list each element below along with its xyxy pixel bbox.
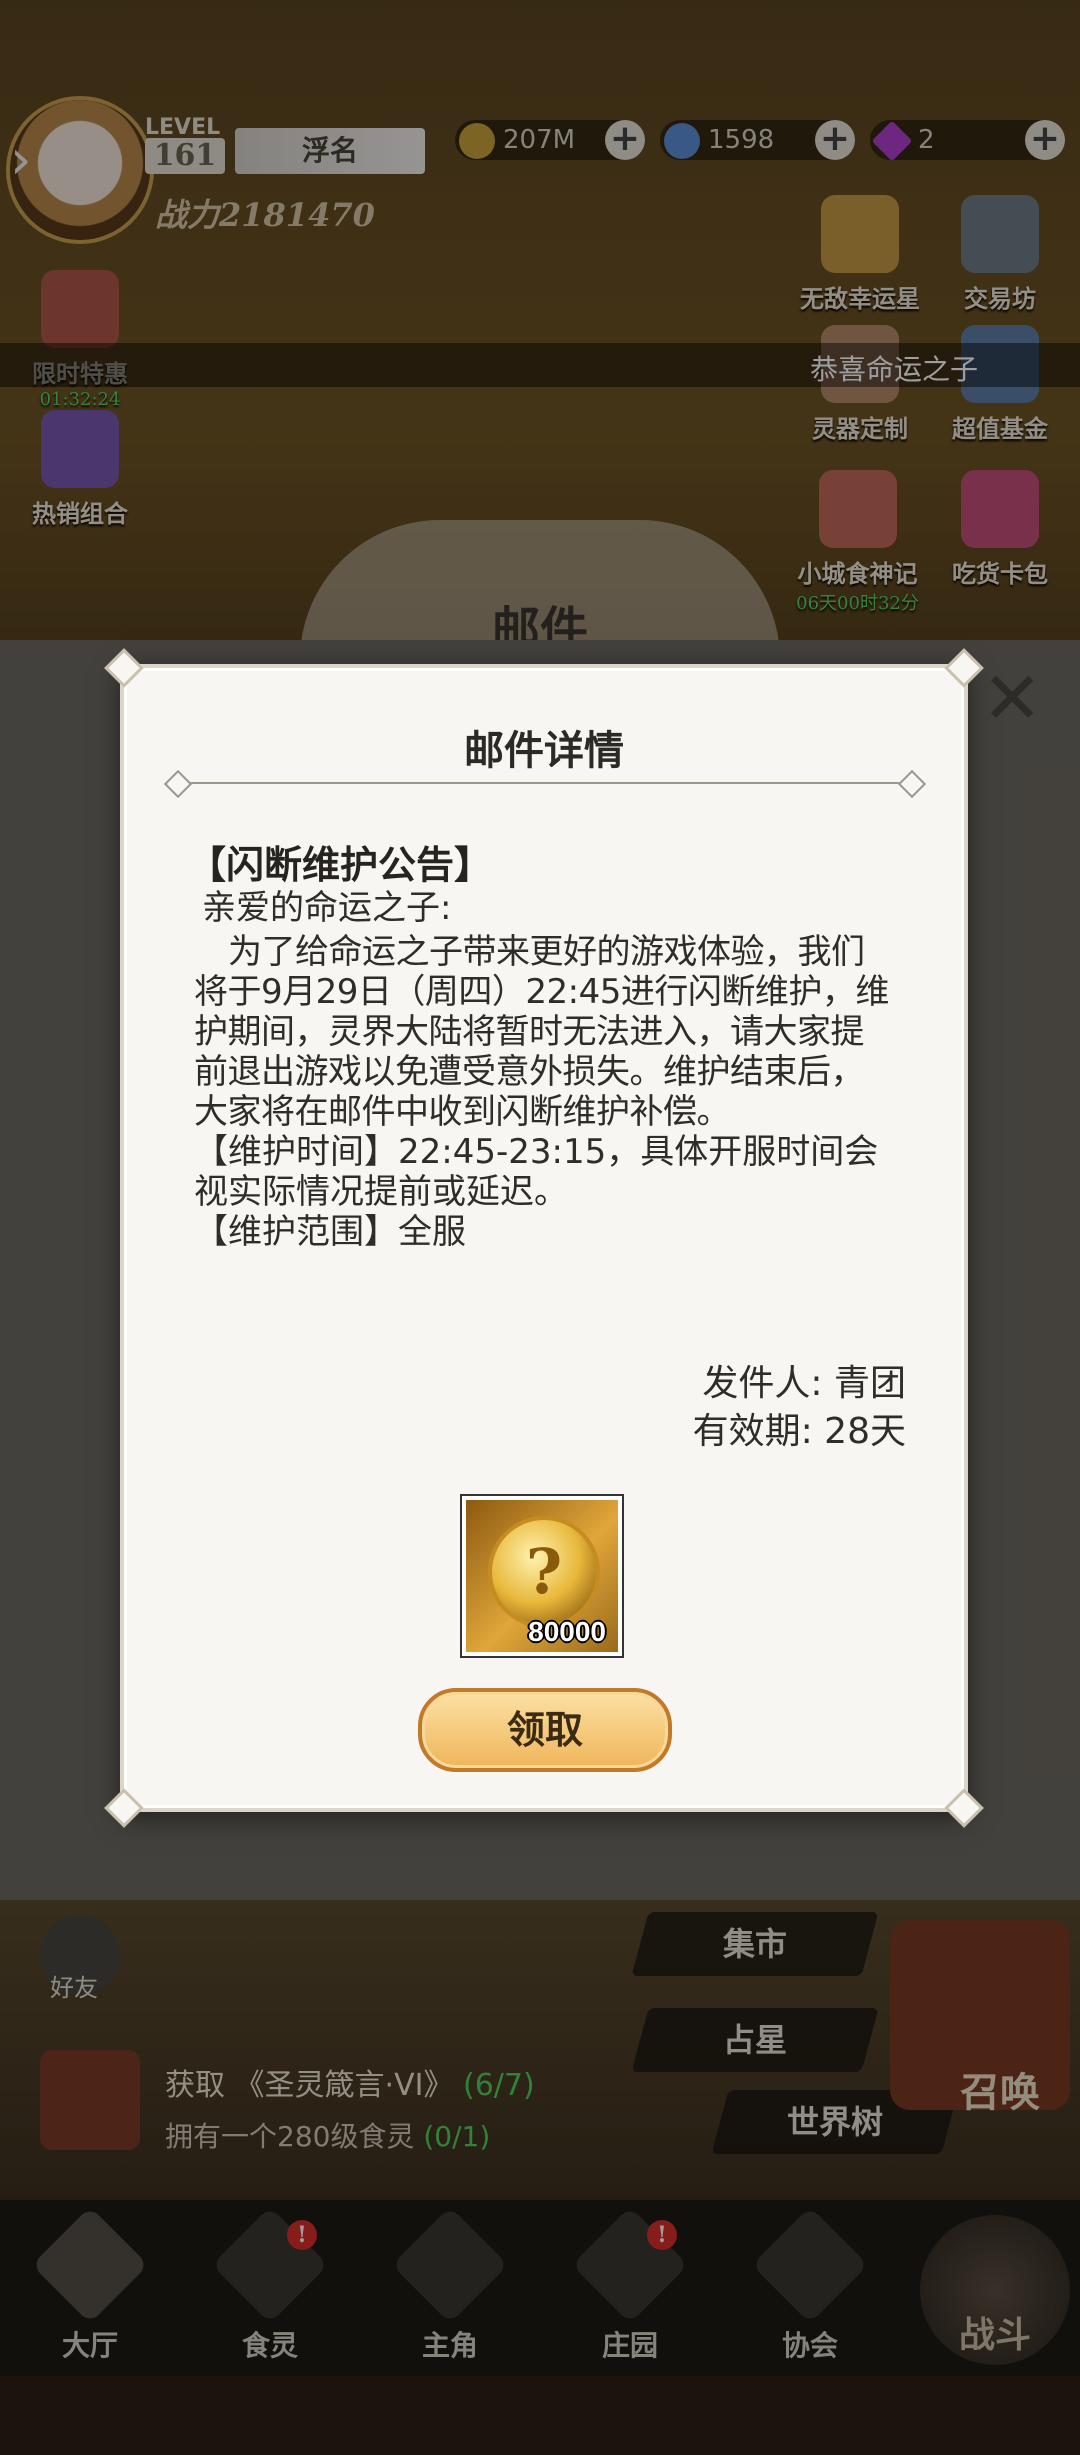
mail-validity: 有效期: 28天 — [692, 1411, 906, 1452]
maintenance-time: 【维护时间】22:45-23:15，具体开服时间会视实际情况提前或延迟。 — [194, 1132, 879, 1212]
mail-greeting: 亲爱的命运之子: — [202, 888, 452, 928]
dialog-title: 邮件详情 — [464, 727, 624, 774]
gold-coin-icon: ? — [488, 1516, 600, 1628]
mail-detail-dialog: 邮件详情 【闪断维护公告】 亲爱的命运之子: 为了给命运之子带来更好的游戏体验，… — [104, 648, 984, 1828]
mail-subject: 【闪断维护公告】 — [188, 842, 493, 887]
maintenance-scope: 【维护范围】全服 — [194, 1212, 466, 1252]
reward-quantity: 80000 — [528, 1616, 606, 1647]
mail-sender: 发件人: 青团 — [702, 1363, 906, 1404]
reward-item[interactable]: ? 80000 — [460, 1494, 624, 1658]
mail-body: 亲爱的命运之子: 为了给命运之子带来更好的游戏体验，我们将于9月29日（周四）2… — [194, 888, 894, 1252]
mail-paragraph: 为了给命运之子带来更好的游戏体验，我们将于9月29日（周四）22:45进行闪断维… — [194, 932, 889, 1132]
close-icon[interactable]: ✕ — [982, 662, 1042, 734]
reward-background: ? 80000 — [466, 1500, 618, 1652]
claim-button[interactable]: 领取 — [418, 1688, 672, 1772]
title-divider — [174, 782, 914, 784]
